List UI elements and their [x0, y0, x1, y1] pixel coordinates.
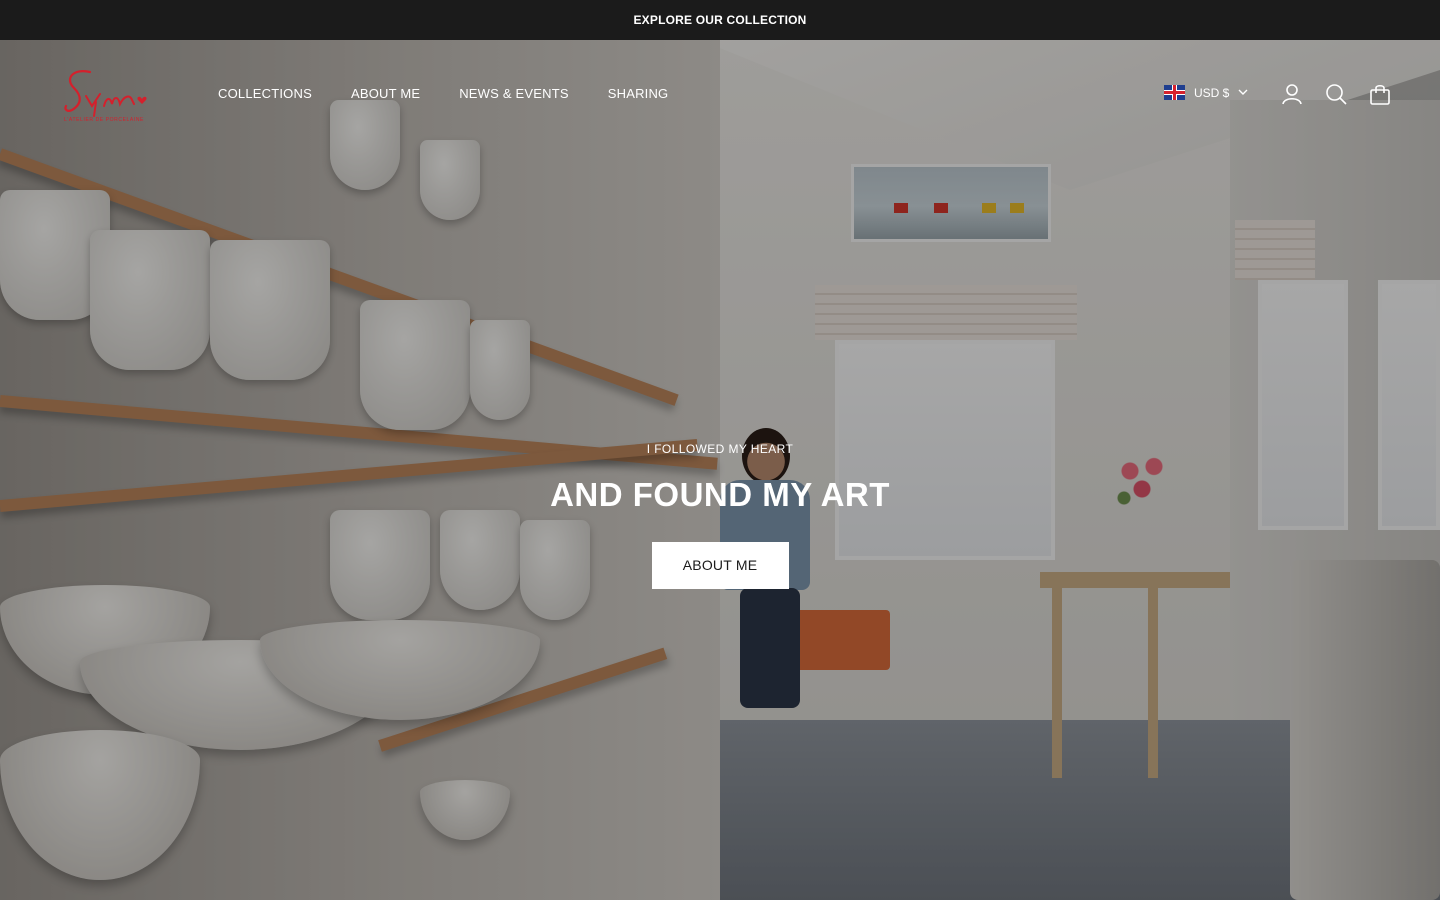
nav-about-me[interactable]: ABOUT ME — [351, 86, 420, 101]
announcement-text: EXPLORE OUR COLLECTION — [633, 13, 807, 27]
nav-news-events[interactable]: NEWS & EVENTS — [459, 86, 569, 101]
currency-label: USD $ — [1194, 85, 1230, 100]
hero-kicker: I FOLLOWED MY HEART — [646, 442, 794, 456]
site-header: L'ATELIER DE PORCELAINE COLLECTIONS ABOU… — [0, 40, 1440, 150]
announcement-bar[interactable]: EXPLORE OUR COLLECTION — [0, 0, 1440, 40]
search-icon[interactable] — [1324, 82, 1348, 106]
hero-headline: AND FOUND MY ART — [550, 476, 890, 513]
hero-content: I FOLLOWED MY HEART AND FOUND MY ART ABO… — [0, 442, 1440, 589]
nav-collections[interactable]: COLLECTIONS — [218, 86, 312, 101]
account-icon[interactable] — [1280, 82, 1304, 106]
brand-logo[interactable]: L'ATELIER DE PORCELAINE — [60, 66, 164, 123]
currency-selector[interactable]: USD $ — [1164, 85, 1248, 100]
cart-icon[interactable] — [1368, 82, 1392, 106]
chevron-down-icon — [1238, 89, 1248, 95]
about-me-button[interactable]: ABOUT ME — [651, 542, 789, 589]
main-nav: COLLECTIONS ABOUT ME NEWS & EVENTS SHARI… — [218, 86, 668, 101]
nav-sharing[interactable]: SHARING — [608, 86, 669, 101]
svg-text:L'ATELIER DE PORCELAINE: L'ATELIER DE PORCELAINE — [64, 117, 144, 122]
uk-flag-icon — [1164, 85, 1185, 100]
